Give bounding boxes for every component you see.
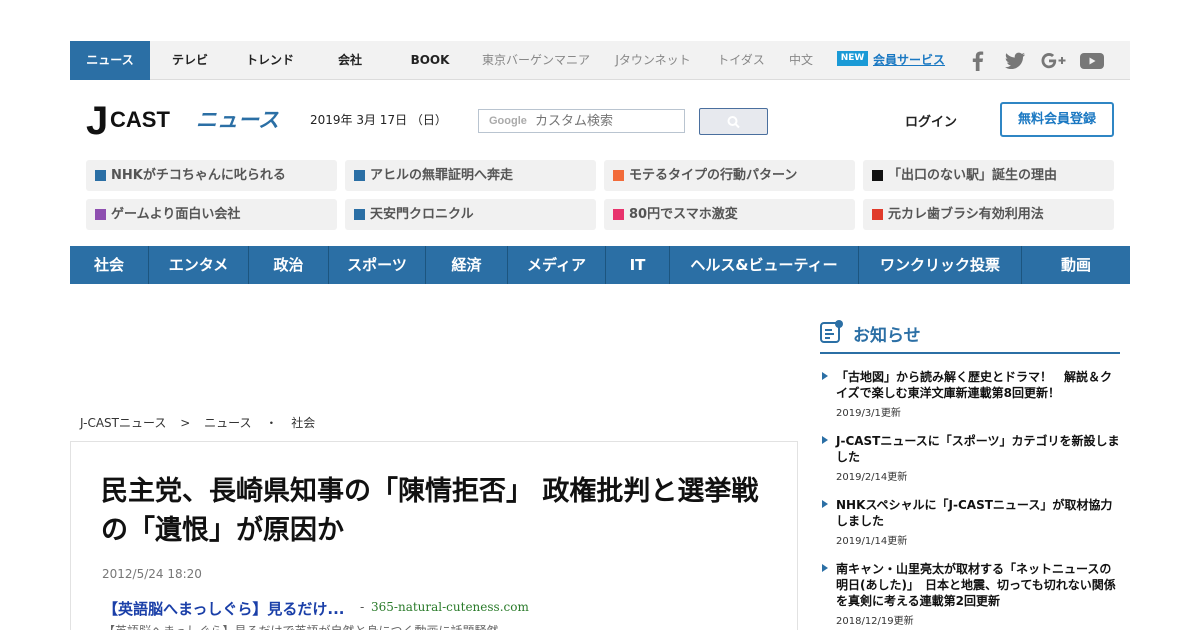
notice-text[interactable]: 「古地図」から読み解く歴史とドラマ！ 解説＆クイズで楽しむ東洋文庫新連載第8回更… bbox=[836, 369, 1122, 401]
tab-company[interactable]: 会社 bbox=[310, 41, 390, 80]
breadcrumb-separator: > bbox=[180, 416, 191, 430]
breadcrumb-news[interactable]: ニュース bbox=[204, 416, 251, 430]
notice-date: 2018/12/19更新 bbox=[836, 616, 914, 627]
trend-item[interactable]: NHKがチコちゃんに叱られる bbox=[86, 160, 337, 191]
tab-news[interactable]: ニュース bbox=[70, 41, 150, 80]
link-toidasu[interactable]: トイダス bbox=[712, 41, 770, 80]
category-economy[interactable]: 経済 bbox=[426, 246, 508, 284]
article-date: 2012/5/24 18:20 bbox=[102, 567, 202, 581]
trend-item[interactable]: 「出口のない駅」誕生の理由 bbox=[863, 160, 1114, 191]
link-chinese[interactable]: 中文 bbox=[784, 41, 818, 80]
bullet-square bbox=[613, 170, 624, 181]
notice-text[interactable]: J-CASTニュースに「スポーツ」カテゴリを新設しました bbox=[836, 433, 1122, 465]
trend-item[interactable]: ゲームより面白い会社 bbox=[86, 199, 337, 230]
category-entertainment[interactable]: エンタメ bbox=[149, 246, 249, 284]
category-it[interactable]: IT bbox=[606, 246, 670, 284]
category-media[interactable]: メディア bbox=[508, 246, 606, 284]
bullet-square bbox=[354, 209, 365, 220]
search-field[interactable]: Google bbox=[478, 109, 685, 133]
new-badge: NEW bbox=[837, 51, 868, 66]
trend-item[interactable]: モテるタイプの行動パターン bbox=[604, 160, 855, 191]
breadcrumb-separator: ・ bbox=[265, 416, 278, 430]
login-link[interactable]: ログイン bbox=[905, 111, 957, 130]
tab-book[interactable]: BOOK bbox=[390, 41, 470, 80]
current-date: 2019年 3月 17日 （日） bbox=[310, 113, 447, 127]
arrow-right-icon bbox=[822, 564, 828, 572]
link-j-town-net[interactable]: Jタウンネット bbox=[608, 41, 698, 80]
ad-url[interactable]: 365-natural-cuteness.com bbox=[371, 600, 529, 614]
bullet-square bbox=[613, 209, 624, 220]
search-button[interactable] bbox=[699, 108, 768, 135]
twitter-icon[interactable] bbox=[1003, 50, 1027, 72]
breadcrumb: J-CASTニュース > ニュース ・ 社会 bbox=[80, 414, 325, 431]
notice-item[interactable]: 「古地図」から読み解く歴史とドラマ！ 解説＆クイズで楽しむ東洋文庫新連載第8回更… bbox=[820, 369, 1120, 419]
tab-trend[interactable]: トレンド bbox=[230, 41, 310, 80]
notice-item[interactable]: J-CASTニュースに「スポーツ」カテゴリを新設しました 2019/2/14更新 bbox=[820, 433, 1120, 483]
bullet-square bbox=[872, 170, 883, 181]
notice-date: 2019/2/14更新 bbox=[836, 472, 908, 483]
ad-title-link[interactable]: 【英語脳へまっしぐら】見るだけ... bbox=[103, 598, 345, 619]
trend-item[interactable]: 元カレ歯ブラシ有効利用法 bbox=[863, 199, 1114, 230]
ad-description: 【英語脳へまっしぐら】見るだけで英語が自然と身につく動画に話題騒然 bbox=[103, 622, 499, 630]
arrow-right-icon bbox=[822, 500, 828, 508]
notice-date: 2019/1/14更新 bbox=[836, 536, 908, 547]
logo-j: J bbox=[86, 100, 108, 142]
notice-item[interactable]: 南キャン・山里亮太が取材する「ネットニュースの明日(あした)」 日本と地震、切っ… bbox=[820, 561, 1120, 627]
article-card: 民主党、長崎県知事の「陳情拒否」 政権批判と選挙戦の「遺恨」が原因か 2012/… bbox=[70, 441, 798, 630]
top-bar: ニュース テレビ トレンド 会社 BOOK 東京バーゲンマニア Jタウンネット … bbox=[70, 41, 1130, 80]
trend-item[interactable]: アヒルの無罪証明へ奔走 bbox=[345, 160, 596, 191]
notice-text[interactable]: NHKスペシャルに「J-CASTニュース」が取材協力しました bbox=[836, 497, 1122, 529]
arrow-right-icon bbox=[822, 372, 828, 380]
bullet-square bbox=[95, 170, 106, 181]
logo-news: ニュース bbox=[196, 108, 279, 132]
jcast-news-logo[interactable]: J CAST ニュース bbox=[86, 99, 286, 143]
member-service-link[interactable]: 会員サービス bbox=[873, 41, 945, 80]
trend-item[interactable]: 80円でスマホ激変 bbox=[604, 199, 855, 230]
article-title: 民主党、長崎県知事の「陳情拒否」 政権批判と選挙戦の「遺恨」が原因か bbox=[101, 476, 759, 546]
notice-text[interactable]: 南キャン・山里亮太が取材する「ネットニュースの明日(あした)」 日本と地震、切っ… bbox=[836, 561, 1122, 609]
notice-item[interactable]: NHKスペシャルに「J-CASTニュース」が取材協力しました 2019/1/14… bbox=[820, 497, 1120, 547]
link-tokyo-bargain-mania[interactable]: 東京バーゲンマニア bbox=[478, 41, 594, 80]
category-video[interactable]: 動画 bbox=[1022, 246, 1130, 284]
category-nav: 社会 エンタメ 政治 スポーツ 経済 メディア IT ヘルス&ビューティー ワン… bbox=[70, 246, 1130, 284]
notice-icon bbox=[820, 320, 843, 343]
notice-title: お知らせ bbox=[853, 326, 921, 346]
ad-separator: - bbox=[360, 600, 365, 614]
facebook-icon[interactable] bbox=[966, 50, 990, 72]
category-politics[interactable]: 政治 bbox=[249, 246, 329, 284]
notice-date: 2019/3/1更新 bbox=[836, 408, 901, 419]
category-society[interactable]: 社会 bbox=[70, 246, 149, 284]
trend-item[interactable]: 天安門クロニクル bbox=[345, 199, 596, 230]
search-icon bbox=[727, 116, 740, 129]
category-one-click-vote[interactable]: ワンクリック投票 bbox=[859, 246, 1022, 284]
youtube-icon[interactable] bbox=[1079, 50, 1105, 72]
category-sports[interactable]: スポーツ bbox=[329, 246, 426, 284]
breadcrumb-society[interactable]: 社会 bbox=[291, 416, 315, 430]
logo-cast: CAST bbox=[110, 107, 170, 132]
signup-button[interactable]: 無料会員登録 bbox=[1000, 102, 1114, 137]
notice-header: お知らせ bbox=[820, 318, 1120, 354]
arrow-right-icon bbox=[822, 436, 828, 444]
bullet-square bbox=[354, 170, 365, 181]
bullet-square bbox=[872, 209, 883, 220]
google-plus-icon[interactable] bbox=[1040, 50, 1068, 72]
tab-tv[interactable]: テレビ bbox=[150, 41, 230, 80]
bullet-square bbox=[95, 209, 106, 220]
category-health-beauty[interactable]: ヘルス&ビューティー bbox=[670, 246, 859, 284]
google-branding: Google bbox=[489, 115, 527, 127]
breadcrumb-home[interactable]: J-CASTニュース bbox=[80, 416, 166, 430]
